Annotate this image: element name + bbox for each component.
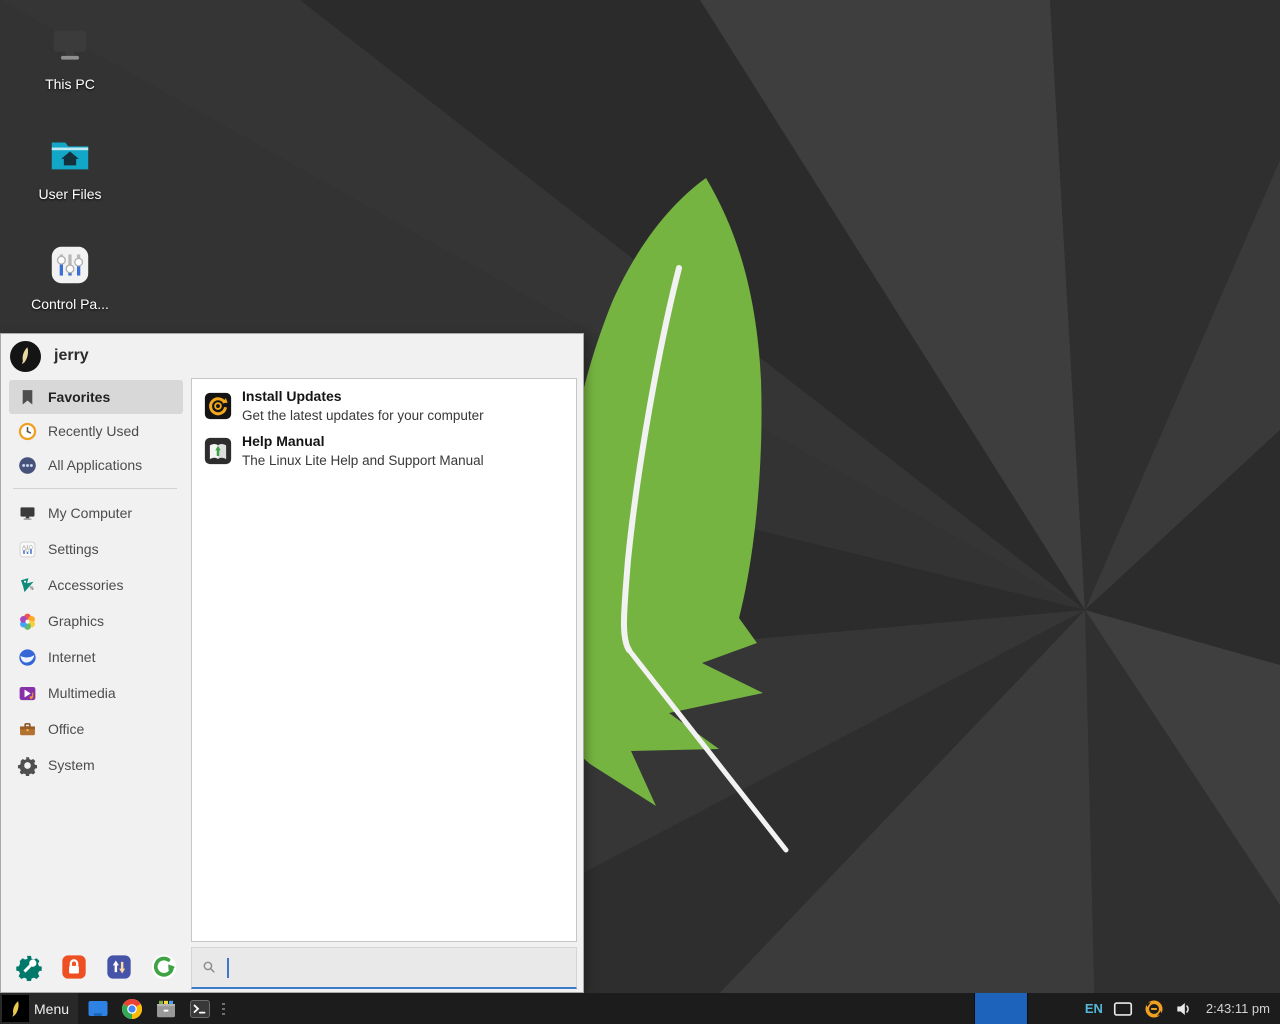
category-system[interactable]: System [9,747,183,783]
category-accessories[interactable]: Accessories [9,567,183,603]
sidebar-separator [13,488,177,489]
sidebar-item-favorites[interactable]: Favorites [9,380,183,414]
install-updates-icon [203,391,233,421]
result-install-updates[interactable]: Install Updates Get the latest updates f… [197,384,571,428]
file-manager-launcher[interactable] [86,997,110,1021]
category-graphics[interactable]: Graphics [9,603,183,639]
all-apps-icon [17,455,38,476]
desktop-icon-label: This PC [45,76,95,92]
multimedia-icon [17,683,38,704]
result-subtitle: Get the latest updates for your computer [242,406,484,425]
category-my-computer[interactable]: My Computer [9,495,183,531]
menu-button[interactable]: Menu [0,993,78,1024]
archive-manager-launcher[interactable] [154,997,178,1021]
menu-sidebar: Favorites Recently Used All Applications [1,379,187,940]
category-label: System [48,757,95,773]
result-title: Install Updates [242,387,484,406]
sliders-icon [47,242,93,288]
desktop-icon-control-panel[interactable]: Control Pa... [15,242,125,312]
bookmark-icon [17,387,38,408]
desktop-icon-user-files[interactable]: User Files [15,132,125,202]
accessories-icon [17,575,38,596]
result-subtitle: The Linux Lite Help and Support Manual [242,451,484,470]
search-field [191,947,577,989]
sidebar-item-recently-used[interactable]: Recently Used [9,414,183,448]
feather-icon [15,345,37,367]
category-label: Internet [48,649,95,665]
clock[interactable]: 2:43:11 pm [1206,1001,1270,1016]
computer-icon [17,503,38,524]
result-help-manual[interactable]: Help Manual The Linux Lite Help and Supp… [197,429,571,473]
system-tray: EN 2:43:11 pm [1085,998,1280,1020]
category-label: Graphics [48,613,104,629]
sidebar-item-label: Recently Used [48,423,139,439]
terminal-launcher[interactable] [188,997,212,1021]
settings-manager-button[interactable] [15,953,43,981]
category-label: My Computer [48,505,132,521]
category-label: Accessories [48,577,123,593]
user-avatar[interactable] [10,341,41,372]
clock-icon [17,421,38,442]
feather-icon [6,999,26,1019]
desktop-icon-label: Control Pa... [31,296,109,312]
volume-icon[interactable] [1174,999,1194,1019]
menu-header: jerry [1,334,583,378]
sidebar-item-label: Favorites [48,389,110,405]
category-internet[interactable]: Internet [9,639,183,675]
linux-lite-logo [2,995,29,1022]
desktop-icon-this-pc[interactable]: This PC [15,22,125,92]
graphics-icon [17,611,38,632]
category-label: Settings [48,541,99,557]
menu-results-panel: Install Updates Get the latest updates f… [191,378,577,942]
search-input[interactable] [237,960,568,976]
home-folder-icon [47,132,93,178]
update-notifier-icon[interactable] [1143,998,1165,1020]
help-manual-icon [203,436,233,466]
taskbar: Menu [0,993,1280,1024]
log-out-button[interactable] [150,953,178,981]
taskbar-launchers [86,997,212,1021]
whisker-menu: jerry Favorites Recently Used [0,333,584,993]
category-label: Multimedia [48,685,116,701]
user-name: jerry [54,347,89,365]
office-icon [17,719,38,740]
keyboard-layout-indicator[interactable]: EN [1085,1001,1103,1016]
chrome-launcher[interactable] [120,997,144,1021]
menu-button-label: Menu [34,1001,69,1017]
panel-handle[interactable] [222,1003,225,1015]
sliders-icon [17,539,38,560]
internet-icon [17,647,38,668]
lock-screen-button[interactable] [60,953,88,981]
workspace-pager[interactable] [974,993,1028,1024]
switch-user-button[interactable] [105,953,133,981]
sidebar-item-all-applications[interactable]: All Applications [9,448,183,482]
menu-actions [15,953,178,981]
sidebar-item-label: All Applications [48,457,142,473]
category-office[interactable]: Office [9,711,183,747]
result-title: Help Manual [242,432,484,451]
search-icon [200,958,219,977]
gear-icon [17,755,38,776]
category-multimedia[interactable]: Multimedia [9,675,183,711]
computer-icon [47,22,93,68]
desktop-icon-label: User Files [38,186,101,202]
category-label: Office [48,721,84,737]
desktop: This PC User Files Control Pa... [0,0,1280,1024]
display-icon[interactable] [1112,1000,1134,1018]
text-caret [227,958,229,978]
category-settings[interactable]: Settings [9,531,183,567]
